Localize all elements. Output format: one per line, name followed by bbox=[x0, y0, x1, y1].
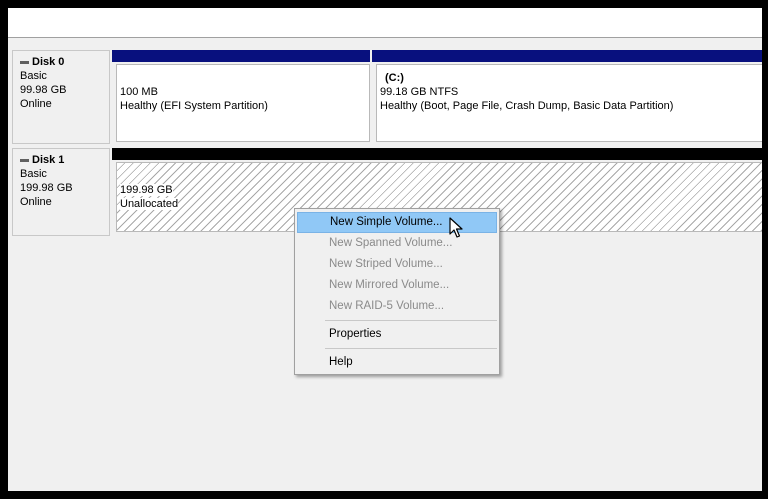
unallocated-label: Unallocated bbox=[120, 198, 179, 210]
disk-0-size: 99.98 GB bbox=[20, 84, 67, 96]
unallocated-size: 199.98 GB bbox=[120, 184, 173, 196]
c-drive-size: 99.18 GB NTFS bbox=[380, 86, 459, 98]
disk-0-label[interactable]: Disk 0 Basic 99.98 GB Online bbox=[12, 50, 110, 144]
new-simple-volume-item[interactable]: New Simple Volume... bbox=[297, 212, 497, 233]
disk-0-title: Disk 0 bbox=[20, 55, 109, 69]
disk-1-name: Disk 1 bbox=[32, 154, 65, 166]
disk-0-row: Disk 0 Basic 99.98 GB Online 100 MB Heal… bbox=[12, 50, 762, 146]
help-item[interactable]: Help bbox=[297, 352, 497, 373]
disk-icon bbox=[20, 158, 29, 162]
efi-partition[interactable]: 100 MB Healthy (EFI System Partition) bbox=[116, 64, 370, 142]
c-drive-status: Healthy (Boot, Page File, Crash Dump, Ba… bbox=[380, 100, 674, 112]
unallocated-bar bbox=[112, 148, 762, 160]
disk-1-title: Disk 1 bbox=[20, 153, 109, 167]
volume-list-pane[interactable] bbox=[8, 8, 762, 38]
efi-status: Healthy (EFI System Partition) bbox=[120, 100, 268, 112]
disk-0-status: Online bbox=[20, 98, 52, 110]
disk-0-type: Basic bbox=[20, 70, 47, 82]
new-spanned-volume-item[interactable]: New Spanned Volume... bbox=[297, 233, 497, 254]
c-drive-letter: (C:) bbox=[385, 72, 404, 84]
new-striped-volume-item[interactable]: New Striped Volume... bbox=[297, 254, 497, 275]
disk-icon bbox=[20, 60, 29, 64]
efi-partition-bar bbox=[112, 50, 370, 62]
new-raid5-volume-item[interactable]: New RAID-5 Volume... bbox=[297, 296, 497, 317]
efi-size: 100 MB bbox=[120, 86, 158, 98]
context-menu: New Simple Volume... New Spanned Volume.… bbox=[294, 208, 500, 375]
menu-separator bbox=[325, 320, 497, 321]
c-drive-bar bbox=[372, 50, 762, 62]
disk-1-status: Online bbox=[20, 196, 52, 208]
properties-item[interactable]: Properties bbox=[297, 324, 497, 345]
disk-1-size: 199.98 GB bbox=[20, 182, 73, 194]
menu-separator bbox=[325, 348, 497, 349]
disk-1-label[interactable]: Disk 1 Basic 199.98 GB Online bbox=[12, 148, 110, 236]
disk-1-type: Basic bbox=[20, 168, 47, 180]
new-mirrored-volume-item[interactable]: New Mirrored Volume... bbox=[297, 275, 497, 296]
disk-0-name: Disk 0 bbox=[32, 56, 65, 68]
mouse-pointer-icon bbox=[449, 217, 463, 238]
c-drive-partition[interactable]: (C:) 99.18 GB NTFS Healthy (Boot, Page F… bbox=[376, 64, 762, 142]
